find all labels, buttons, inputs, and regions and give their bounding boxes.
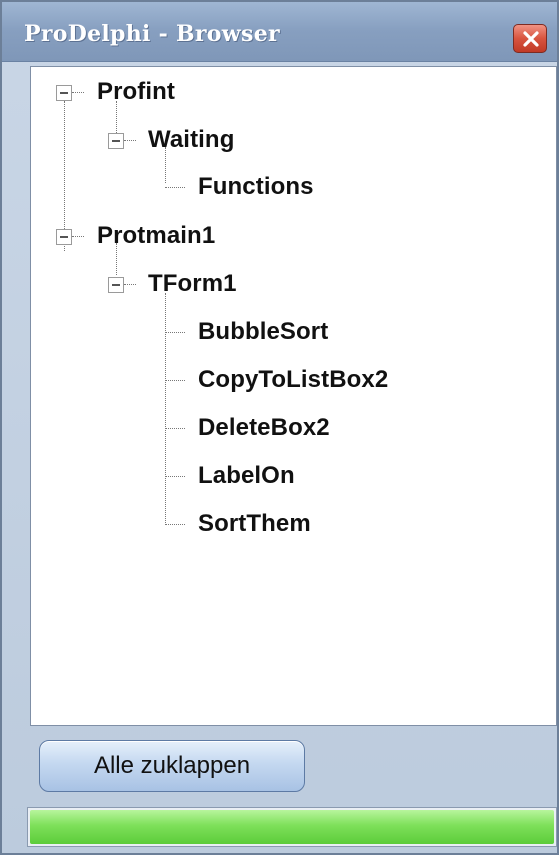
tree-connector <box>165 293 166 523</box>
close-icon <box>523 31 539 47</box>
collapse-toggle-icon[interactable] <box>56 229 72 245</box>
tree-connector <box>165 380 185 381</box>
tree-node-label: LabelOn <box>198 462 295 489</box>
window-title: ProDelphi - Browser <box>24 21 280 47</box>
tree-node-label: Functions <box>198 173 314 200</box>
tree-connector <box>124 140 136 141</box>
tree-node-tform1[interactable]: TForm1 <box>148 264 237 304</box>
tree-node-labelon[interactable]: LabelOn <box>198 456 295 496</box>
tree-connector <box>72 236 84 237</box>
tree-node-copytolistbox2[interactable]: CopyToListBox2 <box>198 360 388 400</box>
tree-connector <box>165 476 185 477</box>
title-bar[interactable]: ProDelphi - Browser <box>2 2 557 62</box>
tree-node-label: SortThem <box>198 510 311 537</box>
tree-node-label: CopyToListBox2 <box>198 366 389 393</box>
tree-node-label: BubbleSort <box>198 318 329 345</box>
tree-node-waiting[interactable]: Waiting <box>148 120 234 160</box>
tree-node-bubblesort[interactable]: BubbleSort <box>198 312 328 352</box>
tree-connector <box>165 332 185 333</box>
tree-node-profint[interactable]: Profint <box>97 72 175 112</box>
tree-connector <box>165 428 185 429</box>
tree-node-label: Waiting <box>148 126 235 153</box>
tree-node-label: Protmain1 <box>97 222 216 249</box>
collapse-toggle-icon[interactable] <box>108 133 124 149</box>
tree-node-label: Profint <box>97 78 176 105</box>
progress-bar <box>27 807 557 847</box>
tree-connector <box>72 92 84 93</box>
tree-node-label: TForm1 <box>148 270 237 297</box>
progress-bar-fill <box>30 810 554 844</box>
tree-connector <box>165 524 185 525</box>
tree-node-protmain1[interactable]: Protmain1 <box>97 216 215 256</box>
tree-view[interactable]: Profint Waiting Functions Protmain1 TFor… <box>30 66 557 726</box>
tree-node-functions[interactable]: Functions <box>198 167 314 207</box>
tree-node-deletebox2[interactable]: DeleteBox2 <box>198 408 330 448</box>
collapse-all-button[interactable]: Alle zuklappen <box>39 740 305 792</box>
tree-node-sortthem[interactable]: SortThem <box>198 504 311 544</box>
tree-node-label: DeleteBox2 <box>198 414 330 441</box>
close-button[interactable] <box>513 24 547 53</box>
browser-window: ProDelphi - Browser Profint Waiting Func… <box>0 0 559 855</box>
collapse-toggle-icon[interactable] <box>56 85 72 101</box>
tree-connector <box>124 284 136 285</box>
tree-connector <box>165 187 185 188</box>
collapse-toggle-icon[interactable] <box>108 277 124 293</box>
footer-panel: Alle zuklappen <box>17 728 557 853</box>
